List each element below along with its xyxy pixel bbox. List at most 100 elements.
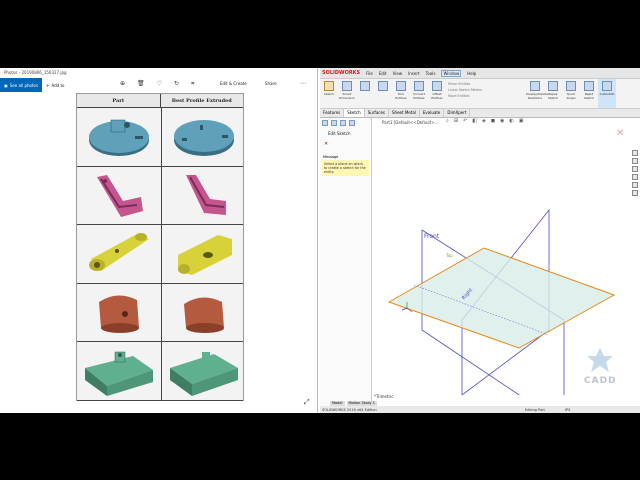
top-plane-label: Top: [445, 253, 453, 258]
col-profile-header: Best Profile Extruded: [171, 97, 232, 104]
tab-sketch[interactable]: Sketch: [344, 109, 365, 117]
design-library-icon[interactable]: [632, 158, 638, 164]
repair-sketch-button[interactable]: Repair Sketch: [544, 79, 562, 108]
crop-icon[interactable]: ⌗: [191, 80, 194, 88]
solidworks-logo: SOLIDWORKS: [322, 70, 361, 76]
convert-icon: [414, 81, 424, 91]
tab-sheet-metal[interactable]: Sheet Metal: [389, 109, 420, 117]
repair-label: Repair Sketch: [547, 92, 559, 100]
part-image: [77, 342, 162, 400]
tab-evaluate[interactable]: Evaluate: [420, 109, 445, 117]
plus-icon: +: [46, 82, 50, 88]
convert-button[interactable]: Convert Entities: [410, 79, 428, 108]
appearances-icon[interactable]: [632, 182, 638, 188]
move-button[interactable]: Move Entities: [448, 93, 524, 99]
table-row: [77, 342, 243, 401]
custom-properties-icon[interactable]: [632, 190, 638, 196]
profile-image: [162, 225, 246, 283]
section-view-icon[interactable]: ◧: [472, 118, 477, 124]
sketch-label: Sketch: [323, 92, 335, 96]
view-orientation-icon[interactable]: ◈: [482, 118, 486, 124]
share-button[interactable]: Share: [265, 81, 277, 86]
sketch-button[interactable]: Sketch: [320, 79, 338, 108]
command-tabs: Features Sketch Surfaces Sheet Metal Eva…: [320, 109, 640, 118]
menu-insert[interactable]: Insert: [408, 71, 419, 76]
repair-icon: [548, 81, 558, 91]
menu-file[interactable]: File: [366, 71, 373, 76]
zoom-area-icon[interactable]: ⊞: [454, 118, 458, 124]
rapid-sketch-button[interactable]: Rapid Sketch: [580, 79, 598, 108]
tab-features[interactable]: Features: [320, 109, 345, 117]
add-to-button[interactable]: + Add to: [46, 83, 64, 88]
appearance-icon[interactable]: ◐: [509, 118, 513, 124]
close-icon[interactable]: ✕: [320, 139, 371, 149]
config-icon[interactable]: [340, 120, 346, 126]
status-bar: SOLIDWORKS 2016 x64 Edition Editing Part…: [320, 406, 640, 413]
tree-icon[interactable]: [322, 120, 328, 126]
top-plane[interactable]: [387, 247, 616, 349]
more-icon[interactable]: ⋯: [300, 80, 306, 87]
pattern-group: Mirror Entities Linear Sketch Pattern Mo…: [446, 79, 526, 108]
snaps-icon: [566, 81, 576, 91]
menu-bar: SOLIDWORKS File Edit View Insert Tools W…: [320, 68, 640, 79]
menu-window[interactable]: Window: [441, 69, 462, 77]
tab-surfaces[interactable]: Surfaces: [365, 109, 390, 117]
display-style-icon[interactable]: ◼: [491, 118, 495, 124]
instant2d-button[interactable]: Instant2D: [598, 79, 616, 108]
cadd-text: CADD: [584, 376, 617, 386]
front-plane-label: Front: [424, 233, 440, 240]
display-icon[interactable]: [349, 120, 355, 126]
edit-create-button[interactable]: Edit & Create: [220, 81, 247, 86]
line-tools[interactable]: [356, 79, 374, 108]
table-row: [77, 283, 243, 342]
resources-icon[interactable]: [632, 150, 638, 156]
convert-label: Convert Entities: [413, 92, 425, 100]
smart-dimension-button[interactable]: Smart Dimension: [338, 79, 356, 108]
heads-up-toolbar: ⌕ ⊞ ↶ ◧ ◈ ◼ ◉ ◐ ▣: [446, 118, 523, 124]
expand-icon[interactable]: ⤢: [304, 398, 310, 407]
favorite-icon[interactable]: ♡: [157, 80, 162, 88]
property-icon[interactable]: [331, 120, 337, 126]
desktop: Photos - 20190806_150327.jpg ▣ See all p…: [0, 68, 640, 413]
photos-toolbar: ▣ See all photos + Add to ⊕ 🗑 ♡ ↻ ⌗ Edit…: [0, 77, 317, 93]
previous-view-icon[interactable]: ↶: [463, 118, 467, 124]
tab-dimxpert[interactable]: DimXpert: [444, 109, 471, 117]
status-units[interactable]: IPS: [565, 408, 570, 412]
cadd-logo-icon: [587, 348, 614, 372]
scene-icon[interactable]: ▣: [519, 118, 524, 124]
zoom-icon[interactable]: ⊕: [120, 80, 125, 88]
breadcrumb[interactable]: Part1 (Default<<Default>...: [382, 120, 438, 125]
hide-show-icon[interactable]: ◉: [500, 118, 504, 124]
profile-image: [162, 108, 246, 166]
see-all-photos-button[interactable]: ▣ See all photos: [0, 78, 43, 92]
rapid-icon: [584, 81, 594, 91]
view-palette-icon[interactable]: [632, 174, 638, 180]
file-explorer-icon[interactable]: [632, 166, 638, 172]
status-mode: Editing Part: [524, 407, 545, 412]
trim-button[interactable]: Trim Entities: [392, 79, 410, 108]
part-image: [77, 283, 162, 341]
rotate-icon[interactable]: ↻: [174, 80, 179, 88]
menu-tools[interactable]: Tools: [426, 71, 436, 76]
profile-image: [162, 342, 246, 400]
display-relations-button[interactable]: Display/Delete Relations: [526, 79, 548, 108]
photo-table-header: Part Best Profile Extruded: [77, 94, 243, 108]
table-row: [77, 108, 243, 167]
message-header: Message: [323, 155, 339, 159]
photos-icon: ▣: [4, 82, 8, 88]
command-manager: Sketch Smart Dimension Trim Entities Con…: [320, 79, 640, 109]
delete-icon[interactable]: 🗑: [137, 80, 145, 88]
quick-snaps-button[interactable]: Quick Snaps: [562, 79, 580, 108]
part-image: [77, 225, 162, 283]
feature-manager-tabs: [320, 118, 371, 128]
menu-edit[interactable]: Edit: [379, 71, 387, 76]
menu-view[interactable]: View: [393, 71, 403, 76]
menu-help[interactable]: Help: [467, 71, 476, 76]
trim-label: Trim Entities: [395, 92, 407, 100]
circle-tools[interactable]: [374, 79, 392, 108]
offset-button[interactable]: Offset Entities: [428, 79, 446, 108]
sketch-icon: [324, 81, 334, 91]
table-row: [77, 225, 243, 284]
zoom-fit-icon[interactable]: ⌕: [446, 118, 449, 124]
property-title: Edit Sketch: [328, 131, 351, 136]
